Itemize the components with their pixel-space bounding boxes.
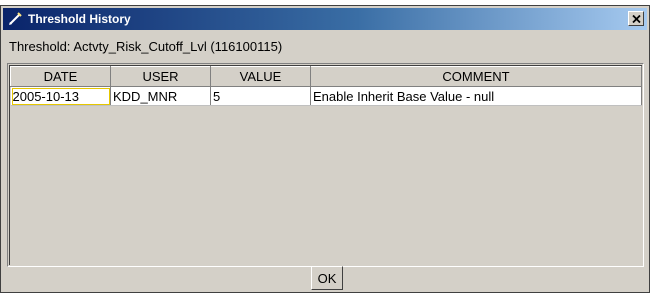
table-header-row: DATE USER VALUE COMMENT: [10, 66, 642, 87]
close-icon: [631, 14, 641, 23]
column-header-value[interactable]: VALUE: [210, 66, 311, 87]
cell-date[interactable]: 2005-10-13: [10, 86, 111, 106]
history-table: DATE USER VALUE COMMENT 2005-10-13 KDD_M…: [10, 66, 642, 106]
cell-user[interactable]: KDD_MNR: [110, 86, 211, 106]
ok-button[interactable]: OK: [311, 266, 343, 290]
title-bar[interactable]: Threshold History: [3, 8, 647, 30]
column-header-date[interactable]: DATE: [10, 66, 111, 87]
window-title: Threshold History: [28, 12, 131, 26]
history-table-pane[interactable]: DATE USER VALUE COMMENT 2005-10-13 KDD_M…: [7, 63, 644, 267]
threshold-history-dialog: Threshold History Threshold: Actvty_Risk…: [0, 5, 650, 293]
threshold-label: Threshold: Actvty_Risk_Cutoff_Lvl (11610…: [9, 39, 283, 54]
table-row[interactable]: 2005-10-13 KDD_MNR 5 Enable Inherit Base…: [10, 86, 642, 106]
pencil-icon: [7, 11, 23, 27]
cell-value[interactable]: 5: [210, 86, 311, 106]
cell-comment[interactable]: Enable Inherit Base Value - null: [310, 86, 642, 106]
column-header-user[interactable]: USER: [110, 66, 211, 87]
close-button[interactable]: [628, 11, 644, 26]
column-header-comment[interactable]: COMMENT: [310, 66, 642, 87]
